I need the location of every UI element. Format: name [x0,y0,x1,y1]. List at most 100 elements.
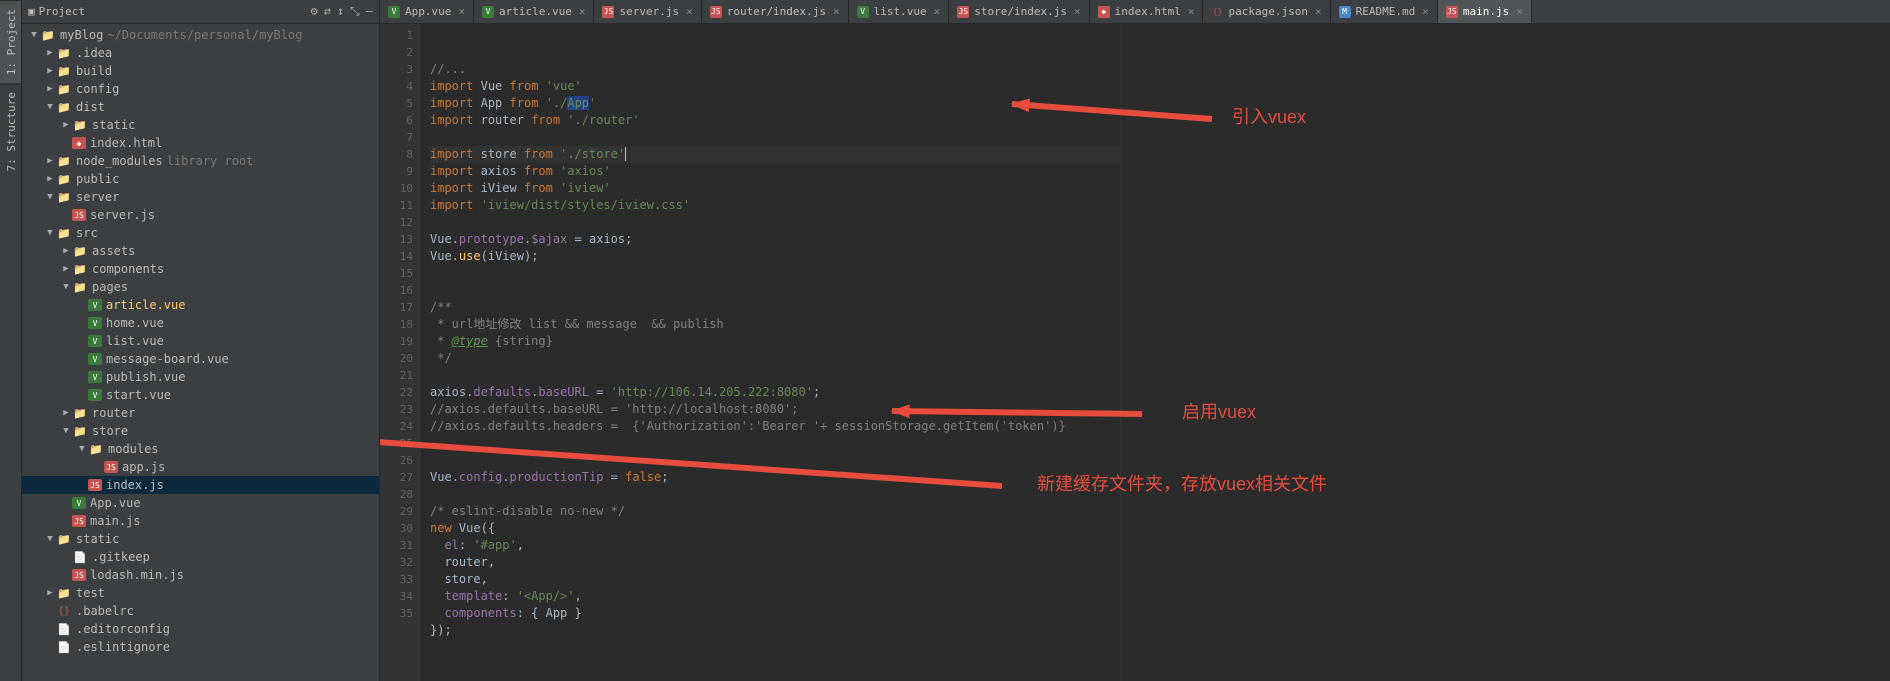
tree-node-components[interactable]: ▶components [22,260,379,278]
code-line[interactable]: new Vue({ [430,520,1120,537]
tree-arrow-icon[interactable]: ▶ [44,66,56,76]
tree-arrow-icon[interactable]: ▼ [28,30,40,40]
tree-arrow-icon[interactable]: ▶ [60,264,72,274]
tree-arrow-icon[interactable]: ▶ [60,120,72,130]
tree-node-src[interactable]: ▼src [22,224,379,242]
code-line[interactable]: */ [430,350,1120,367]
tree-arrow-icon[interactable]: ▼ [44,534,56,544]
close-icon[interactable]: × [686,5,693,18]
tree-arrow-icon[interactable]: ▼ [44,228,56,238]
code-line[interactable]: store, [430,571,1120,588]
tree-node-store[interactable]: ▼store [22,422,379,440]
code-line[interactable]: import Vue from 'vue' [430,78,1120,95]
tree-arrow-icon[interactable]: ▶ [60,246,72,256]
tree-arrow-icon[interactable]: ▼ [60,426,72,436]
tree-arrow-icon[interactable]: ▶ [44,48,56,58]
code-line[interactable]: import router from './router' [430,112,1120,129]
tree-arrow-icon[interactable]: ▼ [44,102,56,112]
tree-node-server[interactable]: ▼server [22,188,379,206]
code-area[interactable]: //...import Vue from 'vue'import App fro… [422,24,1120,681]
tab-index-html[interactable]: index.html× [1090,0,1204,23]
tree-node-static[interactable]: ▶static [22,116,379,134]
tree-node-server-js[interactable]: server.js [22,206,379,224]
tree-node-public[interactable]: ▶public [22,170,379,188]
tab-App-vue[interactable]: App.vue× [380,0,474,23]
tree-arrow-icon[interactable]: ▶ [44,156,56,166]
code-line[interactable]: //axios.defaults.headers = {'Authorizati… [430,418,1120,435]
code-line[interactable] [430,282,1120,299]
code-line[interactable]: Vue.prototype.$ajax = axios; [430,231,1120,248]
tree-node--editorconfig[interactable]: .editorconfig [22,620,379,638]
close-icon[interactable]: × [833,5,840,18]
close-icon[interactable]: × [1315,5,1322,18]
tree-node-publish-vue[interactable]: publish.vue [22,368,379,386]
tool-tab-project[interactable]: 1: Project [0,0,21,83]
code-line[interactable]: import 'iview/dist/styles/iview.css' [430,197,1120,214]
tree-node-message-board-vue[interactable]: message-board.vue [22,350,379,368]
code-line[interactable] [430,367,1120,384]
code-line[interactable]: axios.defaults.baseURL = 'http://106.14.… [430,384,1120,401]
tree-node-home-vue[interactable]: home.vue [22,314,379,332]
tree-node-config[interactable]: ▶config [22,80,379,98]
tab-package-json[interactable]: package.json× [1203,0,1330,23]
project-tree[interactable]: ▼myBlog~/Documents/personal/myBlog▶.idea… [22,24,379,681]
code-line[interactable]: import App from './App' [430,95,1120,112]
code-line[interactable] [430,129,1120,146]
code-line[interactable] [430,214,1120,231]
tree-node-modules[interactable]: ▼modules [22,440,379,458]
tree-node-test[interactable]: ▶test [22,584,379,602]
tree-node--eslintignore[interactable]: .eslintignore [22,638,379,656]
tab-list-vue[interactable]: list.vue× [849,0,950,23]
tab-store-index-js[interactable]: store/index.js× [949,0,1089,23]
tree-arrow-icon[interactable]: ▶ [60,408,72,418]
code-line[interactable]: import store from './store' [430,146,1120,163]
code-line[interactable] [430,486,1120,503]
tree-arrow-icon[interactable]: ▼ [60,282,72,292]
code-line[interactable]: import axios from 'axios' [430,163,1120,180]
expand-icon[interactable]: ⤡ [350,4,360,19]
code-line[interactable]: //... [430,61,1120,78]
code-line[interactable]: /* eslint-disable no-new */ [430,503,1120,520]
code-line[interactable]: /** [430,299,1120,316]
tree-node-index-html[interactable]: index.html [22,134,379,152]
tab-server-js[interactable]: server.js× [594,0,701,23]
tree-node-build[interactable]: ▶build [22,62,379,80]
tree-node--babelrc[interactable]: .babelrc [22,602,379,620]
tree-node-list-vue[interactable]: list.vue [22,332,379,350]
close-icon[interactable]: × [1422,5,1429,18]
tree-arrow-icon[interactable]: ▶ [44,174,56,184]
tab-README-md[interactable]: README.md× [1331,0,1438,23]
code-line[interactable]: }); [430,622,1120,639]
sync-icon[interactable]: ⇄ [324,4,331,19]
close-icon[interactable]: × [1188,5,1195,18]
close-icon[interactable]: × [934,5,941,18]
code-line[interactable] [430,452,1120,469]
code-line[interactable]: components: { App } [430,605,1120,622]
tree-node-index-js[interactable]: index.js [22,476,379,494]
code-line[interactable] [430,265,1120,282]
tree-node-app-js[interactable]: app.js [22,458,379,476]
tree-node-node_modules[interactable]: ▶node_moduleslibrary root [22,152,379,170]
tree-node-static[interactable]: ▼static [22,530,379,548]
close-icon[interactable]: × [1074,5,1081,18]
code-line[interactable] [430,435,1120,452]
tree-arrow-icon[interactable]: ▼ [44,192,56,202]
tree-node-article-vue[interactable]: article.vue [22,296,379,314]
code-line[interactable]: Vue.config.productionTip = false; [430,469,1120,486]
code-line[interactable]: * @type {string} [430,333,1120,350]
tree-node-start-vue[interactable]: start.vue [22,386,379,404]
tab-article-vue[interactable]: article.vue× [474,0,594,23]
tree-node-pages[interactable]: ▼pages [22,278,379,296]
tree-arrow-icon[interactable]: ▶ [44,84,56,94]
close-icon[interactable]: × [458,5,465,18]
code-line[interactable]: router, [430,554,1120,571]
tree-arrow-icon[interactable]: ▶ [44,588,56,598]
settings-icon[interactable]: ⚙ [310,4,317,19]
code-line[interactable]: template: '<App/>', [430,588,1120,605]
tree-node-App-vue[interactable]: App.vue [22,494,379,512]
tree-node-router[interactable]: ▶router [22,404,379,422]
tree-node-myBlog[interactable]: ▼myBlog~/Documents/personal/myBlog [22,26,379,44]
tree-node-dist[interactable]: ▼dist [22,98,379,116]
tree-node--idea[interactable]: ▶.idea [22,44,379,62]
collapse-icon[interactable]: ↕ [337,4,344,19]
